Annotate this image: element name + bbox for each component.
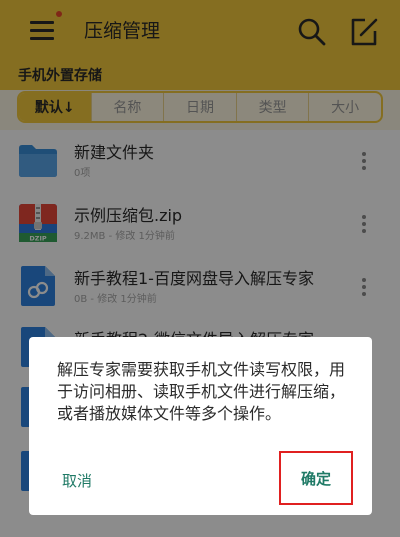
cancel-button[interactable]: 取消 xyxy=(62,471,92,491)
dialog-message: 解压专家需要获取手机文件读写权限，用于访问相册、读取手机文件进行解压缩，或者播放… xyxy=(57,360,346,423)
permission-dialog: 解压专家需要获取手机文件读写权限，用于访问相册、读取手机文件进行解压缩，或者播放… xyxy=(29,337,372,515)
confirm-button[interactable]: 确定 xyxy=(279,451,353,505)
